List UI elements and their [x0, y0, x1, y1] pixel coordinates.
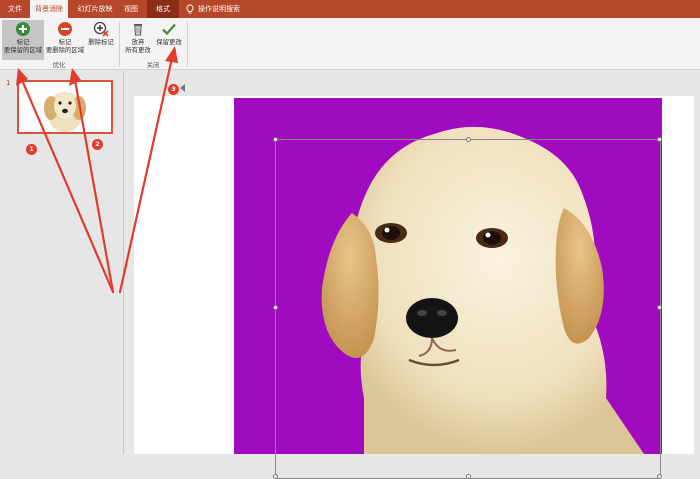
- lightbulb-icon: [186, 4, 194, 14]
- caret-left-icon[interactable]: [180, 84, 186, 92]
- callout-badge-2: 2: [92, 139, 103, 150]
- trash-icon: [134, 24, 142, 36]
- delete-mark-button[interactable]: 删除标记: [86, 20, 116, 60]
- group-divider: [187, 21, 188, 67]
- minus-circle-icon: [58, 22, 72, 36]
- tab-format[interactable]: 格式: [147, 0, 179, 18]
- slide-editing-area: [125, 71, 700, 479]
- mark-keep-line1: 标记: [16, 38, 30, 46]
- discard-line2: 所有更改: [125, 46, 151, 54]
- tab-slideshow[interactable]: 幻灯片放映: [75, 0, 115, 18]
- close-group-label: 关闭: [146, 61, 160, 69]
- resize-handle[interactable]: [273, 137, 278, 142]
- resize-handle[interactable]: [273, 474, 278, 479]
- tab-view[interactable]: 视图: [120, 0, 142, 18]
- refine-group-label: 优化: [52, 61, 66, 69]
- eraser-icon: [93, 21, 109, 37]
- mark-areas-to-remove-button[interactable]: 标记 要删除的区域: [44, 20, 86, 60]
- checkmark-icon: [162, 23, 176, 36]
- resize-handle[interactable]: [466, 474, 471, 479]
- group-divider: [119, 21, 120, 67]
- tab-file[interactable]: 文件: [4, 0, 26, 18]
- resize-handle[interactable]: [466, 137, 471, 142]
- resize-handle[interactable]: [273, 305, 278, 310]
- slide-number: 1: [6, 79, 11, 87]
- slide-thumbnail-pane: 1: [0, 71, 124, 454]
- resize-handle[interactable]: [657, 305, 662, 310]
- selection-frame[interactable]: [273, 137, 662, 479]
- search-label: 操作说明搜索: [198, 5, 240, 13]
- slide-thumbnail[interactable]: [17, 80, 113, 134]
- keep-changes-button[interactable]: 保留更改: [154, 20, 184, 60]
- discard-all-changes-button[interactable]: 放弃 所有更改: [121, 20, 155, 60]
- thumbnail-dog-image: [44, 92, 86, 132]
- mark-remove-line2: 要删除的区域: [45, 46, 85, 54]
- mark-areas-to-keep-button[interactable]: 标记 要保留的区域: [2, 20, 44, 60]
- delete-mark-label: 删除标记: [88, 38, 114, 46]
- ribbon-tab-bar: 文件 背景消除 幻灯片放映 视图 格式 操作说明搜索: [0, 0, 700, 18]
- resize-handle[interactable]: [657, 137, 662, 142]
- plus-circle-icon: [16, 22, 30, 36]
- discard-line1: 放弃: [131, 38, 145, 46]
- mark-keep-line2: 要保留的区域: [3, 46, 43, 54]
- tab-background-removal[interactable]: 背景消除: [30, 0, 68, 18]
- slide: [134, 96, 694, 479]
- ribbon: 标记 要保留的区域 标记 要删除的区域 删除标记 优化 放弃 所有更改 保留更改…: [0, 18, 700, 70]
- resize-handle[interactable]: [657, 474, 662, 479]
- tell-me-search[interactable]: 操作说明搜索: [186, 0, 240, 18]
- callout-badge-1: 1: [26, 144, 37, 155]
- mark-remove-line1: 标记: [58, 38, 72, 46]
- keep-changes-label: 保留更改: [156, 38, 182, 46]
- callout-badge-3: 3: [168, 84, 179, 95]
